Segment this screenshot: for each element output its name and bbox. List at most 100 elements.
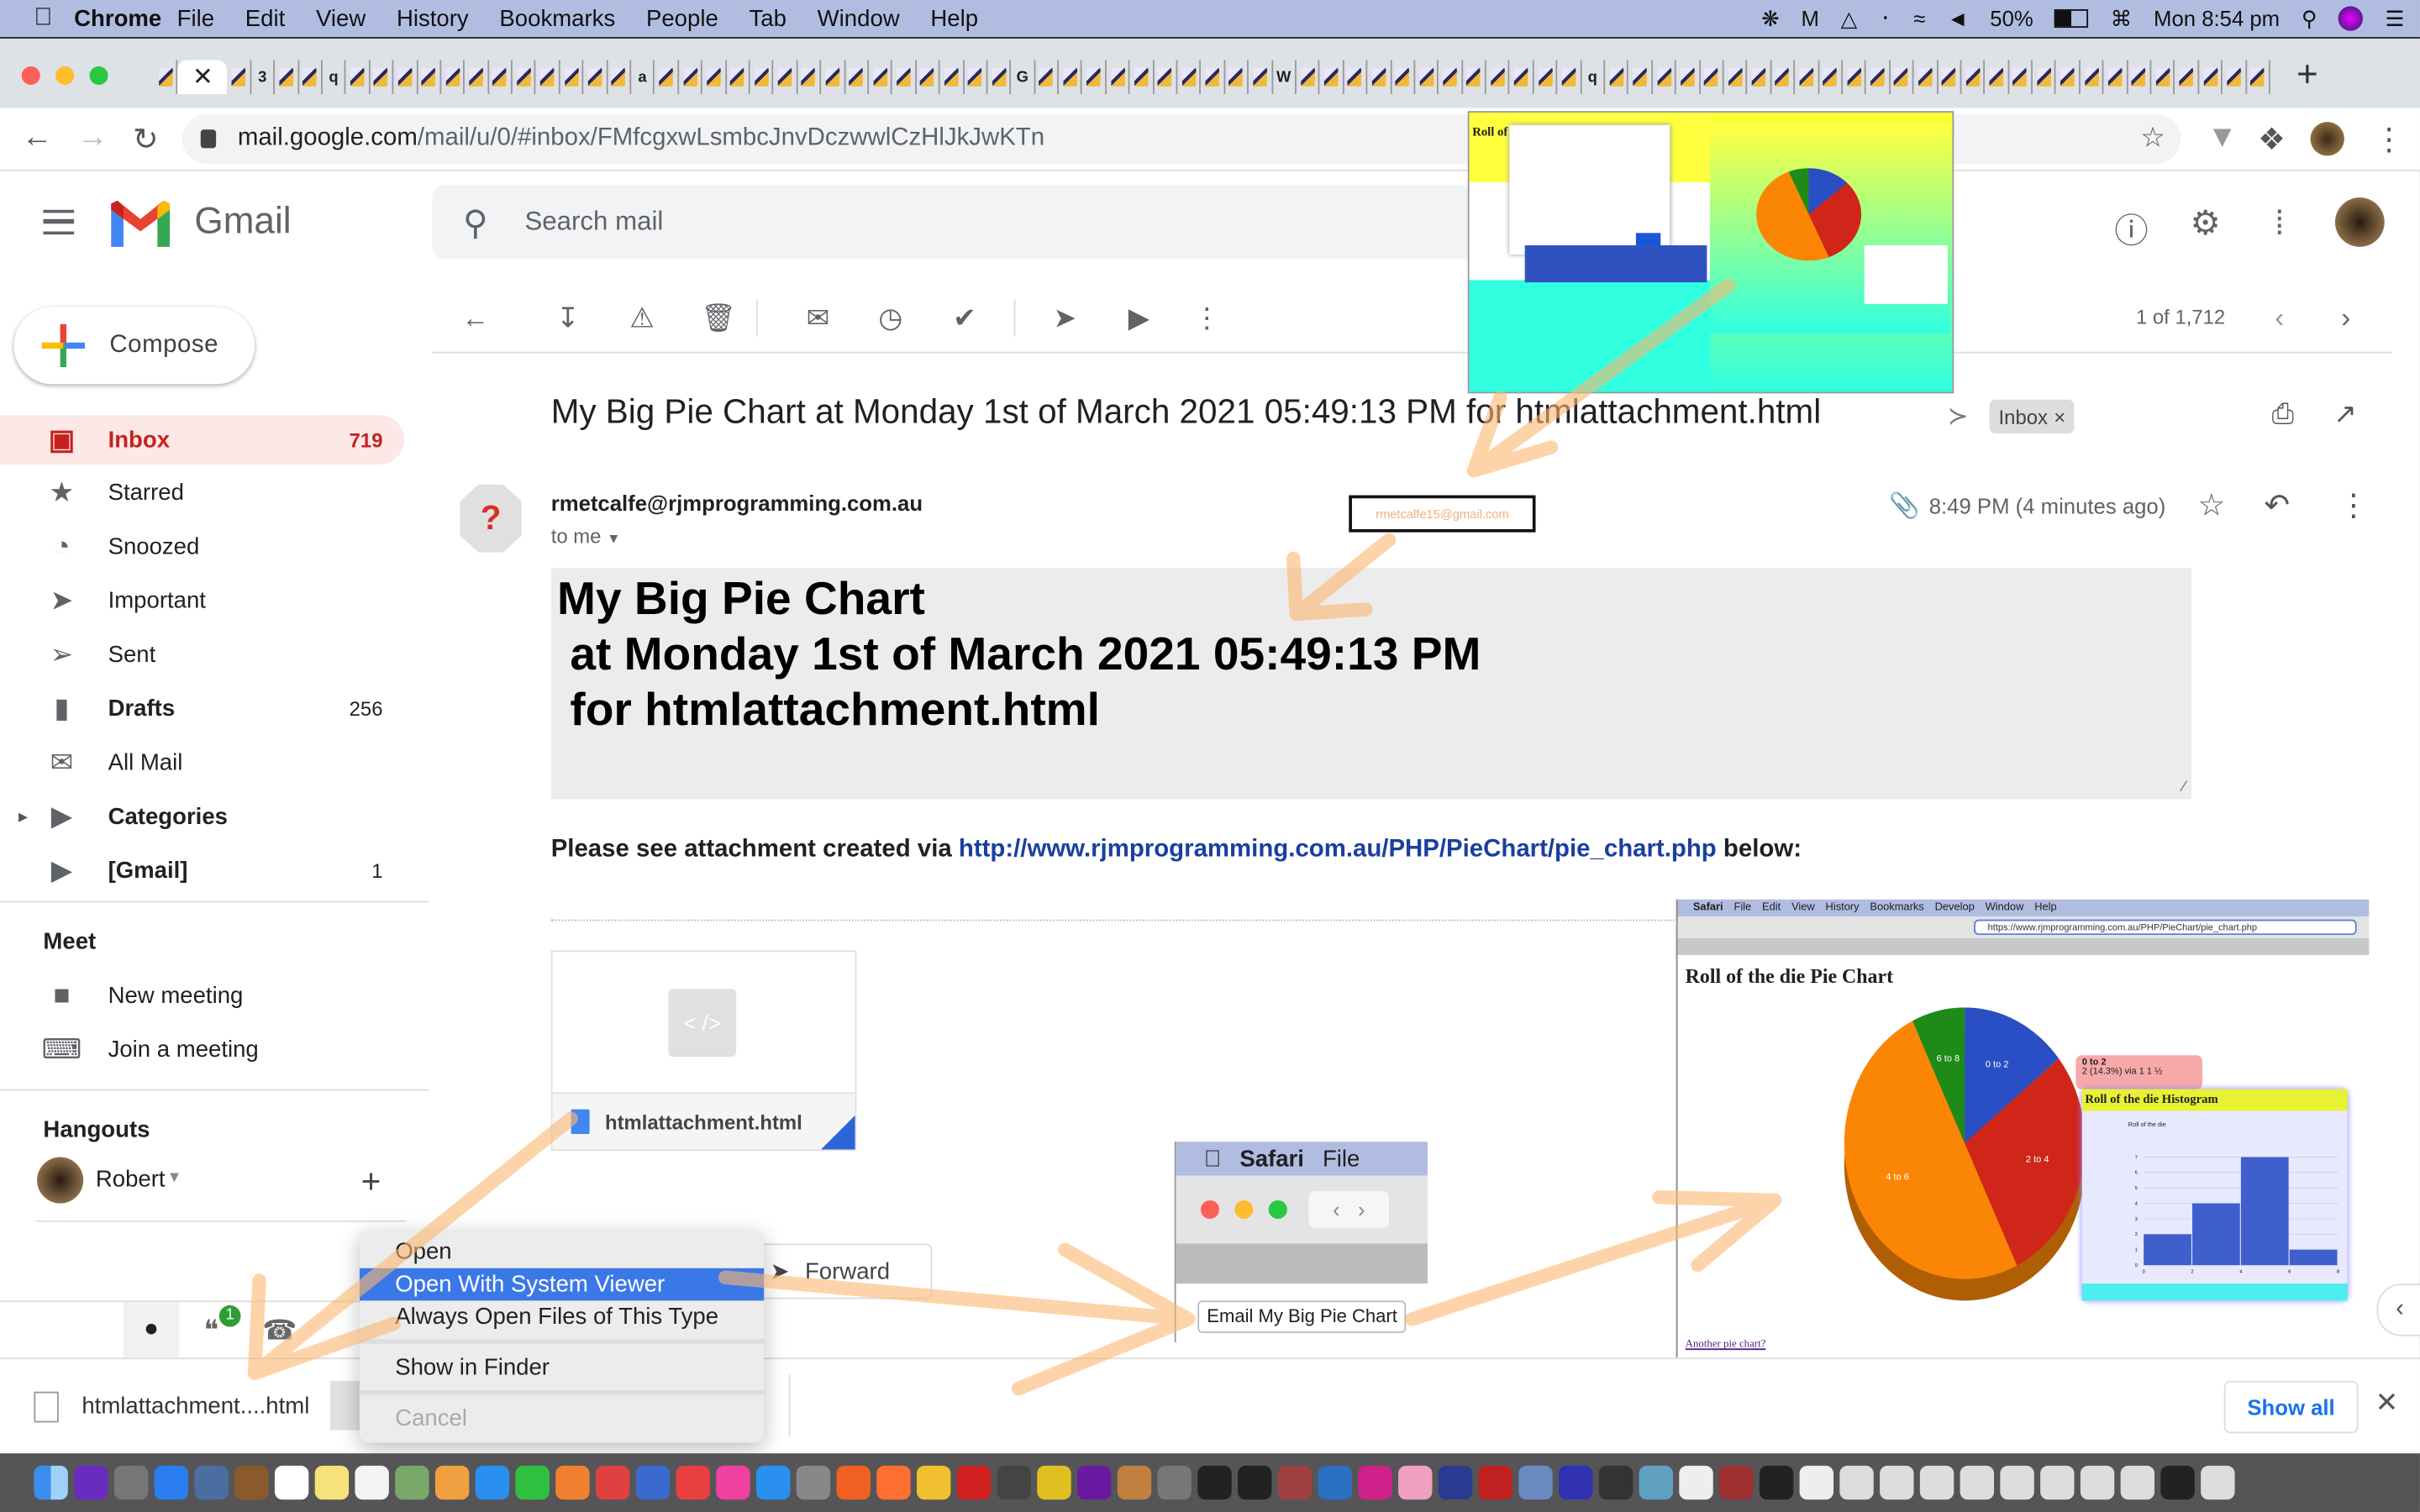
- dock-app-icon[interactable]: [74, 1465, 108, 1500]
- dock-app-icon[interactable]: [1518, 1465, 1553, 1500]
- tab[interactable]: [1676, 60, 1701, 95]
- tab[interactable]: [1629, 60, 1653, 95]
- close-download-shelf-icon[interactable]: ✕: [2375, 1387, 2399, 1420]
- dock-app-icon[interactable]: [635, 1465, 671, 1500]
- mark-unread-icon[interactable]: ✉: [802, 302, 834, 333]
- move-to-icon[interactable]: ➤: [1050, 302, 1081, 333]
- tab[interactable]: [845, 60, 869, 95]
- dock-app-icon[interactable]: [154, 1465, 189, 1500]
- reload-button[interactable]: ↻: [133, 120, 159, 159]
- hangouts-user-dropdown-icon[interactable]: ▼: [166, 1169, 182, 1186]
- dock-app-icon[interactable]: [113, 1465, 149, 1500]
- account-avatar[interactable]: [2334, 197, 2385, 247]
- dock-app-icon[interactable]: [555, 1465, 590, 1500]
- wifi-icon[interactable]: ≈: [1913, 6, 1925, 30]
- phone-icon[interactable]: ☎: [262, 1315, 297, 1347]
- menu-help[interactable]: Help: [930, 5, 978, 31]
- tab[interactable]: [1890, 60, 1914, 95]
- tab[interactable]: [797, 60, 822, 95]
- sender-avatar[interactable]: ?: [460, 484, 522, 553]
- close-tab-icon[interactable]: ✕: [192, 61, 213, 92]
- dock-app-icon[interactable]: [475, 1465, 510, 1500]
- sidebar-item-all-mail[interactable]: ✉ All Mail: [0, 738, 404, 788]
- sidebar-item-sent[interactable]: ➢ Sent: [0, 630, 404, 680]
- tab[interactable]: [2223, 60, 2247, 95]
- tab[interactable]: [1843, 60, 1867, 95]
- search-icon[interactable]: ⚲: [463, 203, 488, 244]
- sidebar-item-snoozed[interactable]: ◔ Snoozed: [0, 522, 404, 572]
- tab[interactable]: [1866, 60, 1891, 95]
- message-more-icon[interactable]: ⋮: [2338, 486, 2370, 525]
- dock-app-icon[interactable]: [1719, 1465, 1754, 1500]
- dock-app-icon[interactable]: [2201, 1465, 2235, 1500]
- bookmark-star-icon[interactable]: ☆: [2140, 122, 2165, 155]
- tab[interactable]: [2151, 60, 2175, 95]
- tab[interactable]: [1653, 60, 1677, 95]
- tab[interactable]: [1368, 60, 1392, 95]
- tab[interactable]: [1035, 60, 1060, 95]
- tab[interactable]: [750, 60, 774, 95]
- tab[interactable]: [1486, 60, 1511, 95]
- tab[interactable]: [441, 60, 466, 95]
- tab[interactable]: [1130, 60, 1155, 95]
- hangouts-user-name[interactable]: Robert: [96, 1167, 166, 1193]
- tab[interactable]: [821, 60, 845, 95]
- dock-app-icon[interactable]: [676, 1465, 710, 1500]
- show-all-downloads-button[interactable]: Show all: [2223, 1380, 2359, 1434]
- tab[interactable]: [1154, 60, 1178, 95]
- tab[interactable]: [1938, 60, 1962, 95]
- dock-app-icon[interactable]: [876, 1465, 911, 1500]
- tab[interactable]: [1415, 60, 1439, 95]
- dock-app-icon[interactable]: [2000, 1465, 2034, 1500]
- menu-item-open[interactable]: Open: [360, 1236, 764, 1268]
- dock-app-icon[interactable]: [1077, 1465, 1112, 1500]
- tab[interactable]: [1558, 60, 1581, 95]
- back-button[interactable]: ←: [22, 120, 53, 155]
- dock-app-icon[interactable]: [194, 1465, 229, 1500]
- tab[interactable]: [987, 60, 1012, 95]
- notification-center-icon[interactable]: ☰: [2386, 5, 2405, 31]
- minimize-window-button[interactable]: [55, 66, 75, 86]
- dock-app-icon[interactable]: [2080, 1465, 2115, 1500]
- more-actions-icon[interactable]: ⋮: [1192, 302, 1223, 333]
- tab[interactable]: [2199, 60, 2223, 95]
- dock-app-icon[interactable]: [1358, 1465, 1392, 1500]
- dock-app-icon[interactable]: [1960, 1465, 1995, 1500]
- spotlight-icon[interactable]: ⚲: [2302, 5, 2317, 31]
- back-to-inbox-icon[interactable]: ←: [460, 302, 491, 333]
- labels-icon[interactable]: ▶: [1123, 302, 1155, 333]
- tab[interactable]: [608, 60, 632, 95]
- open-new-window-icon[interactable]: ↗: [2333, 398, 2357, 431]
- tab[interactable]: [155, 60, 178, 95]
- menu-view[interactable]: View: [316, 5, 366, 31]
- tab[interactable]: [1177, 60, 1202, 95]
- hangouts-user-avatar[interactable]: [37, 1157, 84, 1204]
- dock-app-icon[interactable]: [956, 1465, 992, 1500]
- tab[interactable]: [2246, 60, 2270, 95]
- tab[interactable]: [1771, 60, 1796, 95]
- tab[interactable]: [2128, 60, 2152, 95]
- dock-app-icon[interactable]: [2160, 1465, 2195, 1500]
- dock-app-icon[interactable]: [716, 1465, 750, 1500]
- tab[interactable]: [1700, 60, 1724, 95]
- dock-app-icon[interactable]: [1318, 1465, 1352, 1500]
- menu-item-open-with-system-viewer[interactable]: Open With System Viewer: [359, 1268, 765, 1301]
- forward-button[interactable]: ➤ Forward: [753, 1243, 933, 1299]
- new-meeting-link[interactable]: ■ New meeting: [0, 970, 404, 1020]
- tab[interactable]: [560, 60, 584, 95]
- tab[interactable]: [418, 60, 442, 95]
- menubar-clock[interactable]: Mon 8:54 pm: [2154, 6, 2280, 30]
- url-text[interactable]: mail.google.com/mail/u/0/#inbox/FMfcgxwL…: [238, 125, 1044, 153]
- tab[interactable]: [1534, 60, 1558, 95]
- tab[interactable]: [2033, 60, 2057, 95]
- tab[interactable]: [1914, 60, 1939, 95]
- email-my-big-pie-chart-button[interactable]: Email My Big Pie Chart: [1197, 1300, 1407, 1333]
- tab[interactable]: [1107, 60, 1130, 95]
- sidebar-item-categories[interactable]: ▸ ▶ Categories: [0, 792, 404, 842]
- avast-icon[interactable]: ❋: [1761, 5, 1780, 31]
- tab[interactable]: [1082, 60, 1107, 95]
- main-menu-icon[interactable]: [43, 209, 75, 235]
- dock-app-icon[interactable]: [1799, 1465, 1833, 1500]
- tab[interactable]: [1795, 60, 1819, 95]
- dock-app-icon[interactable]: [997, 1465, 1031, 1500]
